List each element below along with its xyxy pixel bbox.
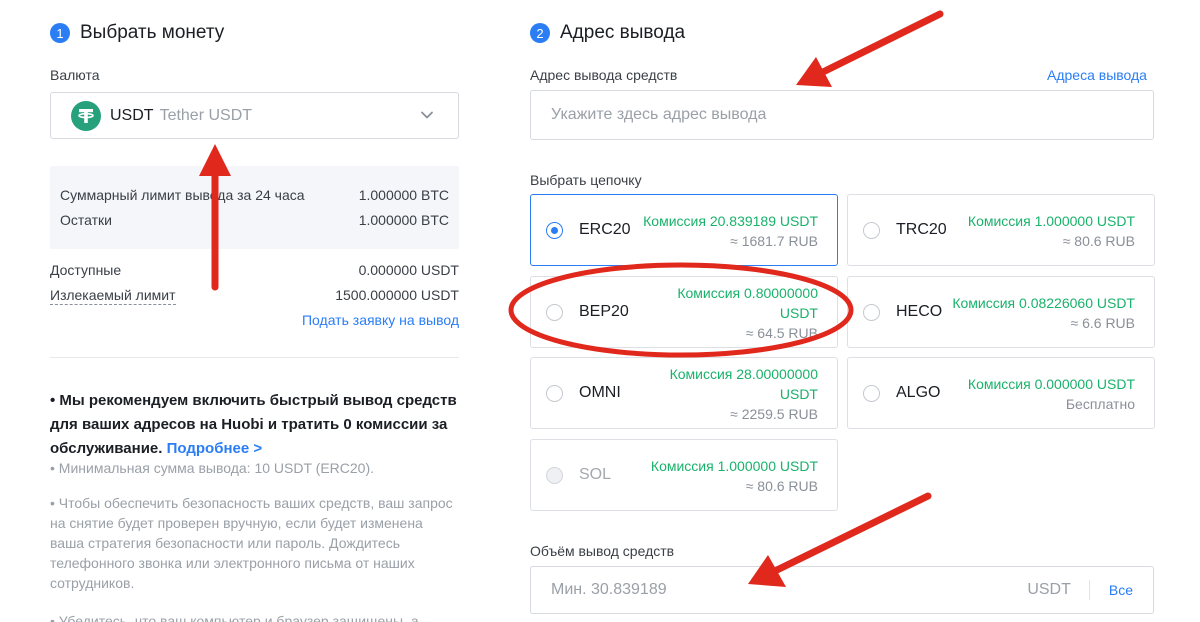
apply-row: Подать заявку на вывод xyxy=(50,312,459,328)
radio-selected[interactable] xyxy=(546,222,563,239)
chain-option-bep20[interactable]: BEP20 Комиссия 0.80000000 USDT ≈ 64.5 RU… xyxy=(530,276,838,348)
min-withdraw-note: • Минимальная сумма вывода: 10 USDT (ERC… xyxy=(50,460,375,476)
chain-name: SOL xyxy=(579,466,612,483)
limit-row: Суммарный лимит вывода за 24 часа 1.0000… xyxy=(60,187,449,203)
tether-icon xyxy=(71,100,101,131)
chain-option-algo[interactable]: ALGO Комиссия 0.000000 USDT Бесплатно xyxy=(847,357,1155,429)
chain-fee-rub: ≈ 80.6 RUB xyxy=(1062,233,1135,249)
currency-name: Tether USDT xyxy=(159,106,253,124)
limits-box xyxy=(50,166,459,249)
browser-note: • Убедитесь, что ваш компьютер и браузер… xyxy=(50,613,419,622)
chain-name: ERC20 xyxy=(579,221,631,238)
chain-option-erc20[interactable]: ERC20 Комиссия 20.839189 USDT ≈ 1681.7 R… xyxy=(530,194,838,266)
chain-name: ALGO xyxy=(896,384,941,401)
chain-fee: Комиссия 0.000000 USDT xyxy=(967,376,1135,392)
radio-button[interactable] xyxy=(546,385,563,402)
withdraw-all-button[interactable]: Все xyxy=(1109,582,1133,598)
chain-option-trc20[interactable]: TRC20 Комиссия 1.000000 USDT ≈ 80.6 RUB xyxy=(847,194,1155,266)
amount-unit: USDT xyxy=(1027,581,1071,598)
limit-label: Суммарный лимит вывода за 24 часа xyxy=(60,187,305,203)
radio-button[interactable] xyxy=(546,304,563,321)
learn-more-link[interactable]: Подробнее > xyxy=(167,440,263,457)
chain-fee-rub: ≈ 64.5 RUB xyxy=(745,325,818,341)
annotation-arrow-address xyxy=(796,10,944,87)
step-number-badge: 1 xyxy=(50,23,70,43)
chain-name: BEP20 xyxy=(579,303,629,320)
chain-fee-free: Бесплатно xyxy=(1065,396,1135,412)
radio-button-disabled xyxy=(546,467,563,484)
fast-withdraw-notice: • Мы рекомендуем включить быстрый вывод … xyxy=(50,389,470,461)
chain-fee: Комиссия 0.80000000 USDT xyxy=(677,285,818,321)
currency-code: USDT xyxy=(110,106,154,124)
currency-select[interactable]: USDT Tether USDT xyxy=(50,92,459,139)
chain-fee-rub: ≈ 1681.7 RUB xyxy=(730,233,818,249)
chain-fee-rub: ≈ 80.6 RUB xyxy=(745,478,818,494)
chain-fee-rub: ≈ 2259.5 RUB xyxy=(730,406,818,422)
step-title-text: Выбрать монету xyxy=(80,22,225,43)
chain-fee: Комиссия 1.000000 USDT xyxy=(650,458,818,474)
chain-fee: Комиссия 28.00000000 USDT xyxy=(669,366,818,402)
radio-button[interactable] xyxy=(863,222,880,239)
chain-fee: Комиссия 0.08226060 USDT xyxy=(952,295,1135,311)
step-2-title: 2 Адрес вывода xyxy=(530,22,685,44)
chain-option-heco[interactable]: HECO Комиссия 0.08226060 USDT ≈ 6.6 RUB xyxy=(847,276,1155,348)
available-value: 0.000000 USDT xyxy=(358,262,459,278)
step-number-badge: 2 xyxy=(530,23,550,43)
apply-withdraw-link[interactable]: Подать заявку на вывод xyxy=(302,312,459,328)
amount-separator xyxy=(1088,580,1090,600)
amount-field[interactable]: USDT Все xyxy=(530,566,1154,614)
step-title-text: Адрес вывода xyxy=(560,22,686,43)
radio-button[interactable] xyxy=(863,304,880,321)
available-label: Доступные xyxy=(50,262,122,278)
radio-button[interactable] xyxy=(863,385,880,402)
chain-fee: Комиссия 1.000000 USDT xyxy=(967,213,1135,229)
withdrawable-label[interactable]: Излекаемый лимит xyxy=(50,287,176,305)
chain-fee-rub: ≈ 6.6 RUB xyxy=(1070,315,1135,331)
amount-input[interactable] xyxy=(531,567,1028,613)
address-book-link[interactable]: Адреса вывода xyxy=(1047,67,1147,83)
address-label: Адрес вывода средств xyxy=(530,67,678,83)
amount-label: Объём вывод средств xyxy=(530,543,675,559)
withdrawable-value: 1500.000000 USDT xyxy=(335,287,459,303)
currency-label: Валюта xyxy=(50,67,100,83)
divider xyxy=(50,357,459,358)
step-1-title: 1 Выбрать монету xyxy=(50,22,224,44)
remaining-value: 1.000000 BTC xyxy=(358,212,449,228)
limit-value: 1.000000 BTC xyxy=(358,187,449,203)
remaining-label: Остатки xyxy=(60,212,112,228)
chain-option-omni[interactable]: OMNI Комиссия 28.00000000 USDT ≈ 2259.5 … xyxy=(530,357,838,429)
chain-option-sol: SOL Комиссия 1.000000 USDT ≈ 80.6 RUB xyxy=(530,439,838,511)
chain-label: Выбрать цепочку xyxy=(530,172,642,188)
available-row: Доступные 0.000000 USDT xyxy=(50,262,459,278)
withdrawable-row: Излекаемый лимит 1500.000000 USDT xyxy=(50,287,459,305)
chain-fee: Комиссия 20.839189 USDT xyxy=(643,213,818,229)
chain-name: TRC20 xyxy=(896,221,947,238)
remaining-row: Остатки 1.000000 BTC xyxy=(60,212,449,228)
security-note: • Чтобы обеспечить безопасность ваших ср… xyxy=(50,495,453,591)
chevron-down-icon[interactable] xyxy=(420,108,434,127)
address-input[interactable] xyxy=(530,90,1154,140)
chain-name: OMNI xyxy=(579,384,621,401)
